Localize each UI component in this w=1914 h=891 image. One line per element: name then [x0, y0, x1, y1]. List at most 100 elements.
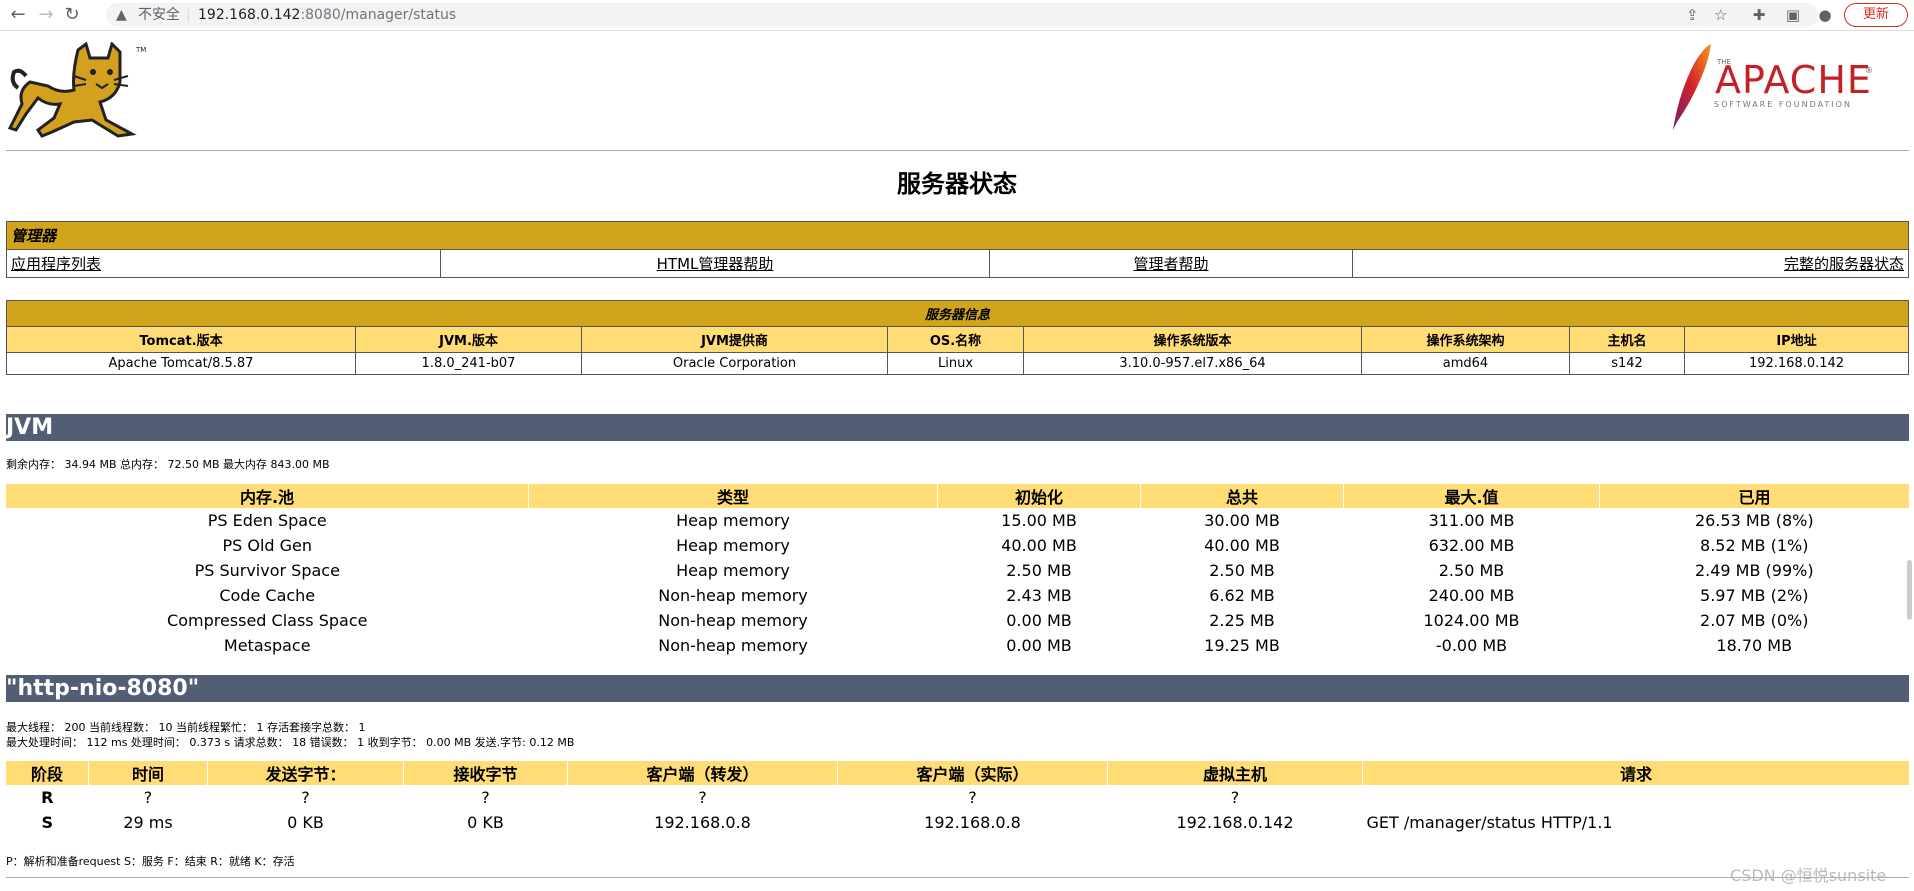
cell-os-name: Linux	[887, 352, 1024, 375]
cell: 18.70 MB	[1716, 636, 1793, 655]
cell: 311.00 MB	[1428, 511, 1515, 530]
cell-jvm-vendor: Oracle Corporation	[581, 352, 888, 375]
watermark: CSDN @恒悦sunsite	[1730, 866, 1887, 885]
header-divider	[6, 150, 1909, 151]
link-app-list[interactable]: 应用程序列表	[11, 255, 101, 273]
cell: 2.25 MB	[1209, 611, 1275, 630]
cell: Non-heap memory	[658, 611, 808, 630]
cell: 29 ms	[123, 813, 173, 832]
tomcat-logo[interactable]: TM	[7, 41, 148, 142]
cell: 240.00 MB	[1428, 586, 1515, 605]
profile-icon[interactable]: ●	[1814, 5, 1836, 25]
col-type: 类型	[528, 484, 938, 508]
cell: S	[41, 813, 54, 832]
col-initial: 初始化	[937, 484, 1141, 508]
cell: Compressed Class Space	[167, 611, 368, 630]
link-html-manager-help[interactable]: HTML管理器帮助	[657, 255, 774, 273]
connector-heading: "http-nio-8080"	[6, 675, 1909, 702]
cell: -0.00 MB	[1435, 636, 1508, 655]
cell: 15.00 MB	[1001, 511, 1077, 530]
link-manager-help[interactable]: 管理者帮助	[1133, 255, 1208, 273]
cell: 192.168.0.142	[1176, 813, 1294, 832]
warning-icon: ▲	[116, 7, 127, 23]
apache-subtitle: SOFTWARE FOUNDATION	[1714, 100, 1852, 109]
cell: ?	[143, 788, 153, 807]
apache-feather-icon[interactable]	[1665, 42, 1715, 136]
cell: GET /manager/status HTTP/1.1	[1366, 813, 1613, 832]
cell: PS Survivor Space	[194, 561, 340, 580]
col-client-actual: 客户端（实际）	[837, 761, 1108, 785]
col-time: 时间	[88, 761, 208, 785]
col-total: 总共	[1140, 484, 1344, 508]
scrollbar-thumb[interactable]	[1907, 560, 1912, 620]
col-tomcat-version: Tomcat.版本	[6, 326, 356, 353]
side-panel-icon[interactable]: ▣	[1782, 5, 1804, 25]
back-icon[interactable]: ←	[8, 5, 28, 25]
cell: Heap memory	[676, 561, 790, 580]
update-button[interactable]: 更新	[1844, 3, 1908, 27]
cell: 0.00 MB	[1006, 611, 1072, 630]
col-ip: IP地址	[1684, 326, 1909, 353]
cell: 40.00 MB	[1204, 536, 1280, 555]
col-stage: 阶段	[6, 761, 89, 785]
cell: Non-heap memory	[658, 586, 808, 605]
cell: 2.43 MB	[1006, 586, 1072, 605]
forward-icon[interactable]: →	[36, 5, 56, 25]
col-request: 请求	[1362, 761, 1909, 785]
table-row: S 29 ms 0 KB 0 KB 192.168.0.8 192.168.0.8 192.…	[6, 810, 1909, 835]
cell: 26.53 MB (8%)	[1694, 511, 1814, 530]
col-used: 已用	[1599, 484, 1909, 508]
bookmark-star-icon[interactable]: ☆	[1714, 3, 1727, 27]
col-os-name: OS.名称	[887, 326, 1024, 353]
cell: PS Old Gen	[222, 536, 313, 555]
col-os-arch: 操作系统架构	[1361, 326, 1570, 353]
cell: 6.62 MB	[1209, 586, 1275, 605]
link-full-status[interactable]: 完整的服务器状态	[1784, 255, 1904, 273]
cell: 2.49 MB (99%)	[1694, 561, 1814, 580]
server-info-table: 服务器信息 Tomcat.版本 JVM.版本 JVM提供商 OS.名称 操作系统…	[6, 300, 1909, 375]
cell: Non-heap memory	[658, 636, 808, 655]
jvm-heading: JVM	[6, 414, 1909, 441]
col-client-forwarded: 客户端（转发）	[567, 761, 838, 785]
url-text[interactable]: 192.168.0.142:8080/manager/status	[198, 3, 456, 27]
cell-hostname: s142	[1569, 352, 1685, 375]
connector-threads-line: 最大线程： 200 当前线程数： 10 当前线程繁忙： 1 存活套接字总数： 1	[6, 721, 366, 734]
cell: 0 KB	[467, 813, 504, 832]
cell: 2.50 MB	[1006, 561, 1072, 580]
cell: R	[41, 788, 54, 807]
server-info-title: 服务器信息	[6, 300, 1909, 327]
table-row: PS Survivor Space Heap memory 2.50 MB 2.50 …	[6, 558, 1909, 583]
address-bar[interactable]: ▲ 不安全 | 192.168.0.142:8080/manager/statu…	[106, 3, 1818, 27]
cell-jvm-version: 1.8.0_241-b07	[355, 352, 582, 375]
cell: Code Cache	[219, 586, 316, 605]
cell: 632.00 MB	[1428, 536, 1515, 555]
cell: 2.50 MB	[1209, 561, 1275, 580]
cell: 30.00 MB	[1204, 511, 1280, 530]
cell: ?	[481, 788, 490, 807]
cell: ?	[301, 788, 310, 807]
cell: 0 KB	[287, 813, 324, 832]
table-row: Metaspace Non-heap memory 0.00 MB 19.25 MB -…	[6, 633, 1909, 658]
table-row: R??????	[6, 785, 1909, 810]
cell: ?	[968, 788, 977, 807]
cell: 192.168.0.8	[924, 813, 1021, 832]
extensions-icon[interactable]: ✚	[1748, 5, 1770, 25]
cell: PS Eden Space	[207, 511, 327, 530]
svg-text:TM: TM	[135, 46, 146, 54]
memory-pool-table: 内存.池 类型 初始化 总共 最大.值 已用 PS Eden Space Heap…	[6, 484, 1909, 658]
table-row: PS Old Gen Heap memory 40.00 MB 40.00 MB 632…	[6, 533, 1909, 558]
col-max: 最大.值	[1343, 484, 1600, 508]
jvm-memory-summary: 剩余内存： 34.94 MB 总内存： 72.50 MB 最大内存 843.00…	[6, 458, 330, 471]
col-hostname: 主机名	[1569, 326, 1685, 353]
cell: 40.00 MB	[1001, 536, 1077, 555]
cell	[1363, 785, 1910, 810]
cell: ?	[698, 788, 707, 807]
footer-divider	[6, 877, 1909, 878]
col-os-version: 操作系统版本	[1023, 326, 1362, 353]
cell: ?	[1230, 788, 1240, 807]
cell-ip: 192.168.0.142	[1684, 352, 1909, 375]
table-row: Compressed Class Space Non-heap memory 0.0…	[6, 608, 1909, 633]
share-icon[interactable]: ⇪	[1686, 3, 1699, 27]
reload-icon[interactable]: ↻	[62, 5, 82, 25]
table-row: PS Eden Space Heap memory 15.00 MB 30.00 MB…	[6, 508, 1909, 533]
